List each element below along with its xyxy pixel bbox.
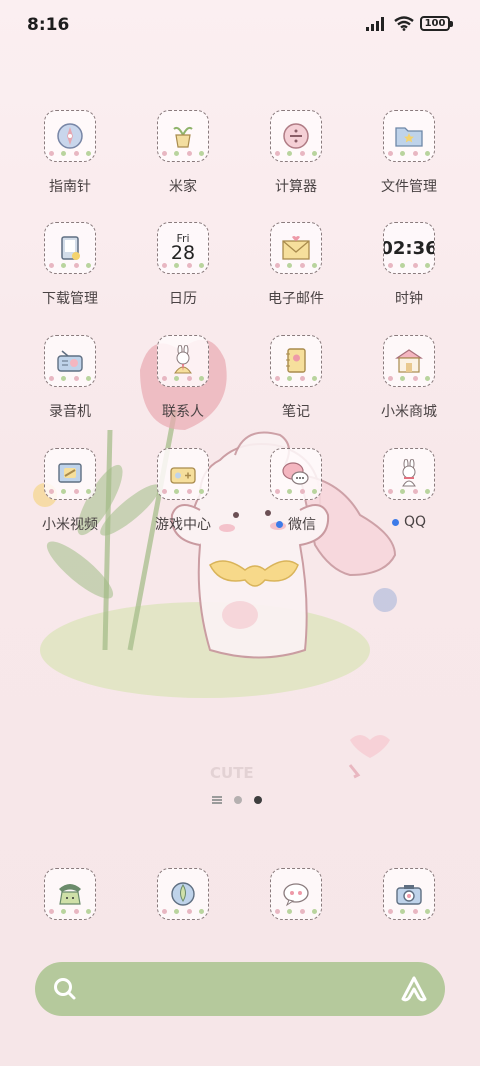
bunny-contact-icon (157, 335, 209, 387)
shop-icon (383, 335, 435, 387)
assistant-icon[interactable] (399, 975, 429, 1003)
page-dot[interactable] (234, 796, 242, 804)
battery-icon: 100 (420, 16, 453, 31)
app-label: 录音机 (49, 404, 91, 420)
app-wechat[interactable]: 微信 (246, 448, 346, 548)
app-notes[interactable]: 笔记 (246, 335, 346, 435)
page-dot-active[interactable] (254, 796, 262, 804)
calculator-icon (270, 110, 322, 162)
dock-browser[interactable] (133, 868, 233, 968)
app-compass[interactable]: 指南针 (20, 110, 120, 210)
app-mi-video[interactable]: 小米视频 (20, 448, 120, 548)
signal-icon (366, 16, 384, 31)
app-label: 笔记 (282, 404, 310, 420)
app-qq[interactable]: QQ (359, 448, 459, 548)
status-time: 8:16 (27, 15, 70, 35)
app-mijia[interactable]: 米家 (133, 110, 233, 210)
folder-icon (383, 110, 435, 162)
browser-compass-icon (157, 868, 209, 920)
app-label: 下载管理 (42, 291, 98, 307)
app-downloads[interactable]: 下载管理 (20, 222, 120, 322)
app-label: 时钟 (395, 291, 423, 307)
app-label: QQ (391, 514, 427, 530)
download-tablet-icon (44, 222, 96, 274)
calendar-date: 28 (170, 242, 196, 264)
app-file-manager[interactable]: 文件管理 (359, 110, 459, 210)
app-label: 日历 (169, 291, 197, 307)
app-clock[interactable]: 02:36 时钟 (359, 222, 459, 322)
wallpaper-text: CUTE (210, 764, 254, 782)
app-mi-store[interactable]: 小米商城 (359, 335, 459, 435)
app-label: 计算器 (275, 179, 317, 195)
video-tv-icon (44, 448, 96, 500)
phone-icon (44, 868, 96, 920)
app-label: 小米视频 (42, 517, 98, 533)
app-game-center[interactable]: 游戏中心 (133, 448, 233, 548)
notification-dot (391, 518, 399, 526)
app-calendar[interactable]: Fri 28 日历 (133, 222, 233, 322)
clock-icon: 02:36 (383, 222, 435, 274)
app-label: 小米商城 (381, 404, 437, 420)
camera-icon (383, 868, 435, 920)
overview-lines-icon[interactable] (212, 796, 222, 804)
chat-bubbles-icon (270, 448, 322, 500)
radio-icon (44, 335, 96, 387)
plant-pot-icon (157, 110, 209, 162)
app-email[interactable]: 电子邮件 (246, 222, 346, 322)
app-label: 电子邮件 (268, 291, 324, 307)
app-recorder[interactable]: 录音机 (20, 335, 120, 435)
status-icons: 100 (366, 16, 453, 31)
notebook-icon (270, 335, 322, 387)
status-bar: 8:16 100 (0, 0, 480, 50)
message-bubble-icon (270, 868, 322, 920)
app-label-text: QQ (403, 514, 427, 530)
app-label: 联系人 (162, 404, 204, 420)
compass-icon (44, 110, 96, 162)
calendar-icon: Fri 28 (157, 222, 209, 274)
search-icon[interactable] (52, 976, 78, 1002)
dock-phone[interactable] (20, 868, 120, 968)
app-label: 文件管理 (381, 179, 437, 195)
notification-dot (276, 520, 283, 528)
app-label: 游戏中心 (155, 517, 211, 533)
app-calculator[interactable]: 计算器 (246, 110, 346, 210)
envelope-icon (270, 222, 322, 274)
game-console-icon (157, 448, 209, 500)
page-indicator[interactable] (212, 796, 262, 804)
app-label-text: 微信 (288, 517, 316, 533)
app-label: 米家 (169, 179, 197, 195)
wifi-icon (394, 16, 414, 31)
app-label: 微信 (276, 514, 316, 534)
app-label: 指南针 (49, 179, 91, 195)
dock-messages[interactable] (246, 868, 346, 968)
clock-time: 02:36 (383, 237, 435, 259)
search-bar[interactable] (35, 962, 445, 1016)
dock-camera[interactable] (359, 868, 459, 968)
bunny-qq-icon (383, 448, 435, 500)
app-contacts[interactable]: 联系人 (133, 335, 233, 435)
